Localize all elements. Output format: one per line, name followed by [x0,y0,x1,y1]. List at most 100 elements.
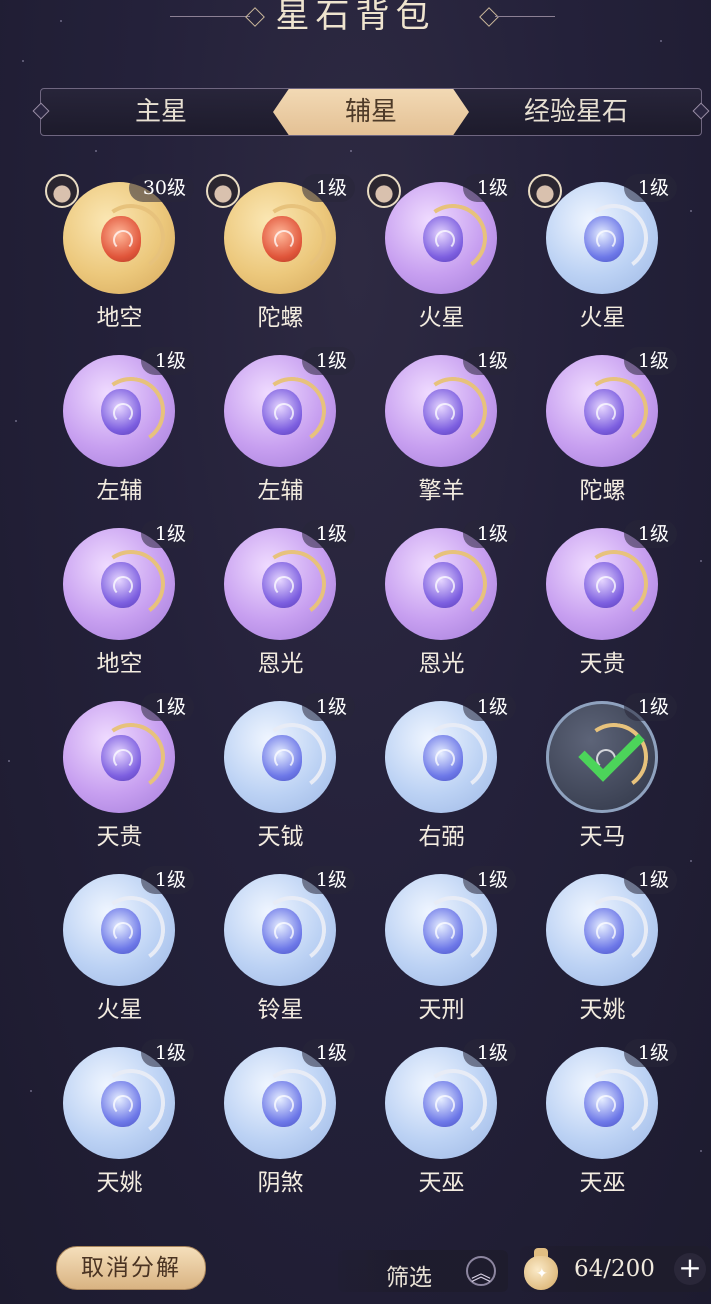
star-stone-name: 天巫 [418,1170,465,1196]
level-badge: 1级 [462,1039,516,1067]
level-badge: 30级 [128,174,194,202]
star-stone-item[interactable]: 1级天姚 [39,1037,200,1210]
level-badge: 1级 [623,1039,677,1067]
cancel-decompose-button[interactable]: 取消分解 [56,1246,206,1290]
star-stone-item[interactable]: 1级 天刑 [361,864,522,1037]
level-badge: 1级 [301,866,355,894]
bag-capacity: ✦ 64/200 + [520,1246,710,1292]
star-stone-item[interactable]: 1级 左辅 [39,345,200,518]
star-stone-name: 右弼 [418,824,465,850]
star-dot [350,150,352,152]
chevron-up-icon: ︽ [466,1256,496,1286]
star-stone-name: 天贵 [96,824,143,850]
level-badge: 1级 [623,174,677,202]
star-stone-item[interactable]: 1级天贵 [39,691,200,864]
level-badge: 1级 [462,347,516,375]
star-stone-item[interactable]: 30级 地空 [39,172,200,345]
star-stone-name: 天刑 [418,997,465,1023]
star-stone-name: 天马 [579,824,626,850]
character-avatar [45,174,79,208]
star-stone-item[interactable]: 1级陀螺 [200,172,361,345]
star-stone-name: 陀螺 [579,478,626,504]
star-stone-item[interactable]: 1级 右弼 [361,691,522,864]
level-badge: 1级 [462,520,516,548]
title-divider-right [495,16,555,17]
star-stone-item[interactable]: 1级 铃星 [200,864,361,1037]
level-badge: 1级 [140,693,194,721]
star-dot [22,60,24,62]
tab-exp-stone[interactable]: 经验星石 [511,89,641,135]
star-stone-name: 擎羊 [418,478,465,504]
star-stone-item[interactable]: 1级天马 [522,691,683,864]
star-stone-emblem-icon [252,198,332,278]
star-dot [700,560,702,562]
star-dot [700,1150,702,1152]
star-stone-name: 地空 [96,651,143,677]
star-stone-emblem-icon [413,717,493,797]
level-badge: 1级 [623,866,677,894]
star-stone-emblem-icon [413,890,493,970]
level-badge: 1级 [301,693,355,721]
star-dot [8,760,10,762]
character-avatar [367,174,401,208]
character-avatar [206,174,240,208]
star-stone-item[interactable]: 1级火星 [39,864,200,1037]
level-badge: 1级 [140,347,194,375]
star-stone-name: 恩光 [418,651,465,677]
filter-button[interactable]: 筛选 ︽ [338,1250,508,1292]
star-stone-item[interactable]: 1级天巫 [522,1037,683,1210]
tab-bar-ornament-right [692,102,710,120]
level-badge: 1级 [140,1039,194,1067]
star-stone-emblem-icon [574,371,654,451]
star-stone-name: 天钺 [257,824,304,850]
star-stone-item[interactable]: 1级 地空 [39,518,200,691]
star-stone-emblem-icon [574,198,654,278]
capacity-count: 64/200 [574,1256,655,1282]
level-badge: 1级 [301,347,355,375]
character-avatar [528,174,562,208]
star-stone-emblem-icon [91,890,171,970]
star-stone-emblem-icon [91,544,171,624]
level-badge: 1级 [301,520,355,548]
bag-icon: ✦ [522,1246,560,1290]
star-stone-item[interactable]: 1级 天姚 [522,864,683,1037]
star-stone-item[interactable]: 1级 天贵 [522,518,683,691]
star-stone-emblem-icon [252,1063,332,1143]
level-badge: 1级 [623,347,677,375]
plus-icon[interactable]: + [674,1253,706,1285]
star-stone-item[interactable]: 1级陀螺 [522,345,683,518]
star-stone-name: 火星 [96,997,143,1023]
star-stone-name: 陀螺 [257,305,304,331]
star-stone-item[interactable]: 1级天巫 [361,1037,522,1210]
star-stone-item[interactable]: 1级火星 [522,172,683,345]
star-stone-item[interactable]: 1级 火星 [361,172,522,345]
level-badge: 1级 [301,174,355,202]
star-stone-name: 火星 [579,305,626,331]
level-badge: 1级 [623,693,677,721]
tab-bar-ornament-left [32,102,50,120]
filter-label: 筛选 [386,1265,432,1291]
star-stone-emblem-icon [252,544,332,624]
star-stone-name: 恩光 [257,651,304,677]
star-stone-item[interactable]: 1级 阴煞 [200,1037,361,1210]
header: 星石背包 [0,0,711,38]
star-stone-emblem-icon [91,198,171,278]
star-stone-emblem-icon [91,1063,171,1143]
star-stone-item[interactable]: 1级擎羊 [361,345,522,518]
star-stone-emblem-icon [91,717,171,797]
star-stone-item[interactable]: 1级恩光 [200,518,361,691]
tab-main-star[interactable]: 主星 [101,89,221,135]
star-stone-item[interactable]: 1级天钺 [200,691,361,864]
tab-auxiliary-star[interactable]: 辅星 [273,89,469,135]
star-stone-emblem-icon [574,1063,654,1143]
star-dot [690,210,692,212]
level-badge: 1级 [140,866,194,894]
tab-bar: 主星 辅星 经验星石 [32,88,710,136]
star-stone-emblem-icon [252,717,332,797]
star-stone-item[interactable]: 1级 左辅 [200,345,361,518]
star-stone-name: 天姚 [96,1170,143,1196]
star-dot [95,150,97,152]
star-stone-name: 天巫 [579,1170,626,1196]
star-stone-item[interactable]: 1级恩光 [361,518,522,691]
level-badge: 1级 [301,1039,355,1067]
